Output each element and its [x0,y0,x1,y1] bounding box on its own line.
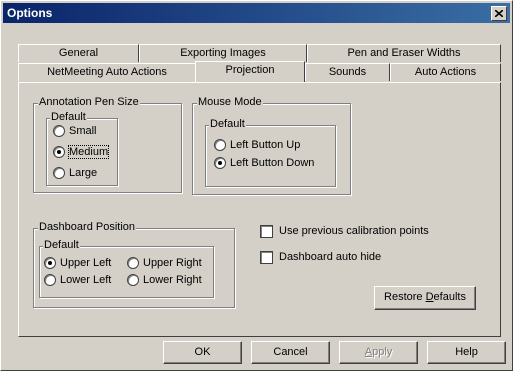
radio-label: Left Button Up [230,139,301,151]
radio-label: Large [69,167,98,179]
tab-exporting-images[interactable]: Exporting Images [139,44,307,62]
radio-label: Left Button Down [230,157,315,169]
radio-dot [53,167,65,179]
radio-label: Lower Left [60,274,112,286]
restore-defaults-label: Restore Defaults [384,291,466,303]
radio-dot [44,274,56,286]
mouse-mode-group: Mouse Mode Default Left Button Up Left B… [192,96,351,195]
tab-label: Sounds [328,66,367,78]
window-title: Options [7,6,53,20]
checkbox-box [260,251,273,264]
tab-label: Auto Actions [414,66,477,78]
tab-general[interactable]: General [18,44,139,62]
ok-button[interactable]: OK [163,341,242,364]
dashboard-auto-hide-checkbox[interactable]: Dashboard auto hide [260,251,381,265]
radio-left-button-up[interactable]: Left Button Up [214,139,300,153]
radio-large[interactable]: Large [53,167,97,181]
tab-label: Pen and Eraser Widths [347,47,461,59]
options-dialog: Options General Exporting Images Pen and… [0,0,513,371]
mouse-mode-title: Mouse Mode [197,96,263,108]
annotation-default-group: Default Small Medium Large [46,111,118,186]
radio-lower-left[interactable]: Lower Left [44,274,111,288]
dashboard-default-group: Default Upper Left Upper Right Lower Lef… [39,239,214,298]
radio-dot [44,257,56,269]
cancel-label: Cancel [273,346,308,358]
radio-dot [127,274,139,286]
apply-button[interactable]: Apply [339,341,418,364]
radio-dot [53,146,65,158]
ok-label: OK [194,346,211,358]
help-button[interactable]: Help [427,341,506,364]
radio-lower-right[interactable]: Lower Right [127,274,202,288]
radio-upper-left[interactable]: Upper Left [44,257,111,271]
tab-netmeeting-auto-actions[interactable]: NetMeeting Auto Actions [18,63,196,81]
checkbox-box [260,225,273,238]
close-icon [495,10,503,17]
projection-panel: Annotation Pen Size Default Small Medium… [18,82,501,337]
radio-small[interactable]: Small [53,125,97,139]
close-button[interactable] [491,6,507,21]
tab-projection[interactable]: Projection [195,61,305,82]
radio-upper-right[interactable]: Upper Right [127,257,202,271]
tab-label: Projection [225,64,275,76]
checkbox-label: Dashboard auto hide [279,251,382,263]
dashboard-default-label: Default [43,239,80,251]
radio-label: Lower Right [143,274,202,286]
annotation-pen-size-title: Annotation Pen Size [38,96,140,108]
tab-label: Exporting Images [180,47,266,59]
title-bar: Options [3,3,510,23]
radio-label: Upper Left [60,257,112,269]
mouse-default-label: Default [209,118,246,130]
radio-dot [214,157,226,169]
mouse-default-group: Default Left Button Up Left Button Down [205,118,336,187]
radio-label: Medium [67,145,110,159]
tab-label: General [58,47,99,59]
radio-medium[interactable]: Medium [53,145,110,160]
tab-label: NetMeeting Auto Actions [47,66,167,78]
dashboard-position-group: Dashboard Position Default Upper Left Up… [33,221,235,308]
radio-dot [127,257,139,269]
radio-label: Small [69,125,97,137]
tab-pen-eraser-widths[interactable]: Pen and Eraser Widths [307,44,501,62]
tab-sounds[interactable]: Sounds [305,63,390,81]
help-label: Help [455,346,478,358]
dashboard-position-title: Dashboard Position [38,221,137,233]
checkbox-label: Use previous calibration points [279,225,429,237]
cancel-button[interactable]: Cancel [251,341,330,364]
annotation-pen-size-group: Annotation Pen Size Default Small Medium… [33,96,182,193]
use-previous-calibration-checkbox[interactable]: Use previous calibration points [260,225,429,239]
radio-dot [214,139,226,151]
restore-defaults-button[interactable]: Restore Defaults [374,286,476,310]
radio-left-button-down[interactable]: Left Button Down [214,157,314,171]
tab-auto-actions[interactable]: Auto Actions [390,63,501,81]
radio-dot [53,125,65,137]
apply-label: Apply [364,346,393,358]
annotation-default-label: Default [50,111,87,123]
radio-label: Upper Right [143,257,202,269]
